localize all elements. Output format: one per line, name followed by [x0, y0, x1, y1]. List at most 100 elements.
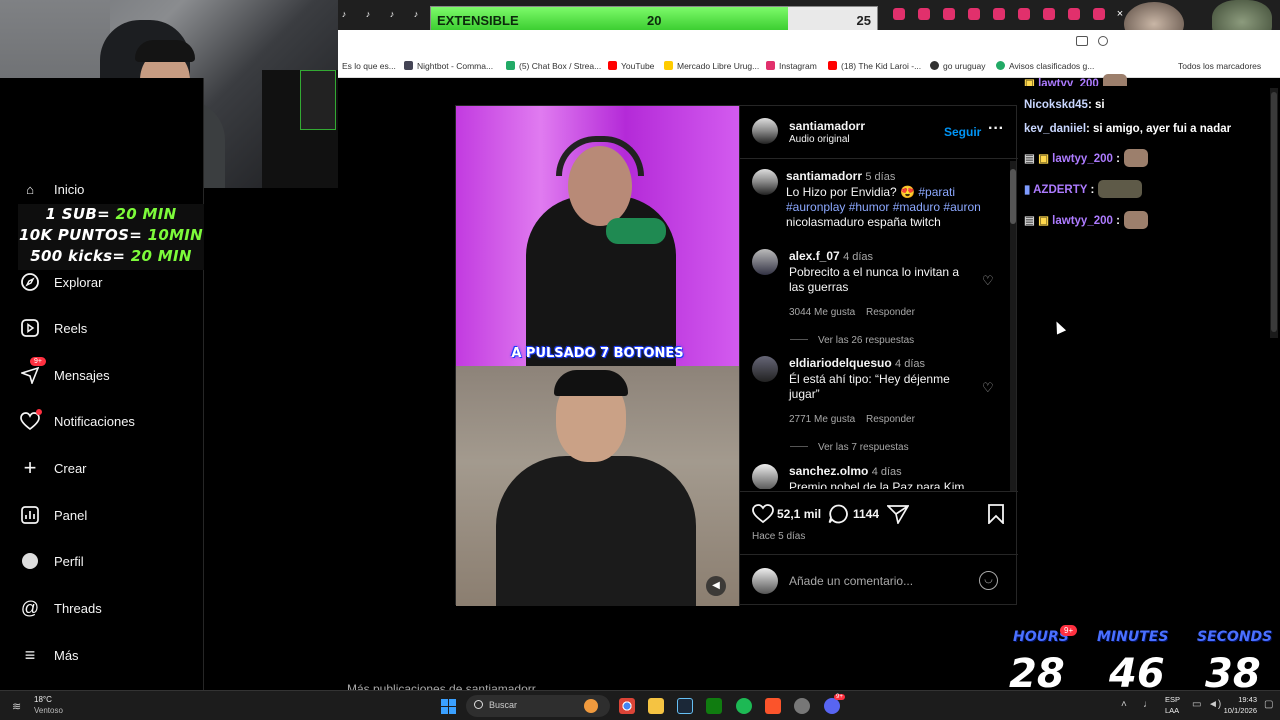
- comment-avatar[interactable]: [752, 464, 778, 489]
- taskbar-search[interactable]: Buscar: [466, 695, 610, 717]
- windows-taskbar: ≋ 18°C Ventoso Buscar 9+ ˄ ♩ ESP LAA ▭ ◄…: [0, 690, 1280, 720]
- caption-avatar[interactable]: [752, 169, 778, 195]
- clock-time[interactable]: 19:43: [1231, 695, 1257, 704]
- chat-message: kev_daniiel: si amigo, ayer fui a nadar: [1024, 123, 1232, 135]
- sidebar-item-mensajes[interactable]: 9+ Mensajes: [20, 357, 110, 390]
- xbox-icon[interactable]: [706, 698, 722, 714]
- view-replies-button[interactable]: Ver las 26 respuestas: [790, 335, 914, 346]
- weather-desc[interactable]: Ventoso: [34, 706, 63, 715]
- tray-expand-icon[interactable]: ˄: [1121, 699, 1127, 710]
- discord-badge: 9+: [834, 694, 845, 700]
- tiktok-tab-icon[interactable]: ♪: [410, 8, 422, 20]
- discord-icon[interactable]: [824, 698, 840, 714]
- instagram-tab-icon[interactable]: [1043, 8, 1055, 20]
- instagram-tab-icon[interactable]: [943, 8, 955, 20]
- menu-icon: ≡: [24, 644, 36, 665]
- start-icon[interactable]: [441, 699, 456, 714]
- network-icon[interactable]: ▭: [1192, 699, 1201, 710]
- tiktok-tab-icon[interactable]: ♪: [386, 8, 398, 20]
- lang-layout[interactable]: LAA: [1165, 706, 1179, 715]
- mute-icon[interactable]: ◀: [706, 576, 726, 596]
- author-avatar[interactable]: [752, 118, 778, 144]
- bookmark-item[interactable]: Todos los marcadores: [1178, 61, 1261, 71]
- address-bar[interactable]: [338, 30, 1280, 56]
- reply-button[interactable]: Responder: [866, 414, 915, 425]
- instagram-tab-icon[interactable]: [893, 8, 905, 20]
- instagram-tab-icon[interactable]: [1018, 8, 1030, 20]
- page-scrollbar[interactable]: [1270, 88, 1278, 338]
- comment-count[interactable]: 1144: [853, 507, 879, 521]
- sidebar-item-mas[interactable]: ≡ Más: [20, 640, 79, 670]
- sidebar-item-crear[interactable]: + Crear: [20, 453, 87, 483]
- emoji-icon[interactable]: ◡: [979, 571, 998, 590]
- bookmark-item[interactable]: Mercado Libre Urug...: [664, 61, 759, 71]
- comment-icon[interactable]: [828, 504, 850, 529]
- comment-avatar[interactable]: [752, 249, 778, 275]
- spotify-icon[interactable]: [736, 698, 752, 714]
- view-replies-button[interactable]: Ver las 7 respuestas: [790, 442, 909, 453]
- post-media[interactable]: A PULSADO 7 BOTONES ◀: [456, 106, 739, 606]
- author-username[interactable]: santiamadorr: [789, 119, 865, 133]
- caption-username[interactable]: santiamadorr: [786, 169, 862, 183]
- chat-emote: [1098, 180, 1143, 198]
- timer-seconds-label: SECONDS: [1197, 629, 1273, 645]
- goal-target: 25: [856, 13, 871, 28]
- clock-date[interactable]: 10/1/2026: [1223, 706, 1257, 715]
- comment-likes[interactable]: 2771 Me gusta: [789, 414, 855, 425]
- instagram-tab-icon[interactable]: [1068, 8, 1080, 20]
- microphone-icon[interactable]: ♩: [1143, 699, 1153, 710]
- volume-icon[interactable]: ◄): [1208, 699, 1221, 710]
- post-caption: santiamadorr 5 días Lo Hizo por Envidia?…: [786, 169, 981, 229]
- follow-button[interactable]: Seguir: [944, 125, 981, 139]
- brave-icon[interactable]: [765, 698, 781, 714]
- install-icon[interactable]: [1076, 36, 1088, 46]
- profile-icon: [20, 551, 40, 571]
- instagram-tab-icon[interactable]: [968, 8, 980, 20]
- reply-button[interactable]: Responder: [866, 307, 915, 318]
- like-icon[interactable]: [752, 504, 774, 529]
- settings-icon[interactable]: [794, 698, 810, 714]
- weather-temp[interactable]: 18°C: [34, 695, 52, 704]
- notification-icon[interactable]: ▢: [1264, 699, 1273, 710]
- comments-scroll-area[interactable]: santiamadorr 5 días Lo Hizo por Envidia?…: [740, 159, 1010, 489]
- sidebar-item-explorar[interactable]: Explorar: [20, 267, 102, 297]
- sidebar-item-panel[interactable]: Panel: [20, 500, 87, 530]
- overlay-line-kicks: 500 kicks= 20 MIN: [30, 247, 192, 265]
- lang-code[interactable]: ESP: [1165, 695, 1180, 704]
- instagram-tab-icon[interactable]: [993, 8, 1005, 20]
- audio-label[interactable]: Audio original: [789, 134, 850, 145]
- add-comment-input[interactable]: Añade un comentario...: [789, 574, 913, 588]
- sidebar-item-threads[interactable]: @ Threads: [20, 593, 102, 623]
- comment-likes[interactable]: 3044 Me gusta: [789, 307, 855, 318]
- chrome-icon[interactable]: [619, 698, 635, 714]
- comment-avatar[interactable]: [752, 356, 778, 382]
- sidebar-item-inicio[interactable]: ⌂ Inicio: [20, 174, 84, 204]
- steam-icon[interactable]: [677, 698, 693, 714]
- like-count[interactable]: 52,1 mil: [777, 507, 821, 521]
- comment-like-icon[interactable]: ♡: [982, 273, 994, 289]
- bookmark-item[interactable]: (18) The Kid Laroi -...: [828, 61, 921, 71]
- tiktok-tab-icon[interactable]: ♪: [338, 8, 350, 20]
- bookmark-item[interactable]: YouTube: [608, 61, 654, 71]
- comments-scrollbar[interactable]: [1010, 161, 1016, 491]
- bookmark-item[interactable]: (5) Chat Box / Strea...: [506, 61, 601, 71]
- tiktok-tab-icon[interactable]: ♪: [362, 8, 374, 20]
- bookmark-item[interactable]: Nightbot - Comma...: [404, 61, 493, 71]
- bookmark-item[interactable]: Avisos clasificados g...: [996, 61, 1094, 71]
- comment-item: eldiariodelquesuo 4 días Él está ahí tip…: [789, 356, 950, 401]
- file-explorer-icon[interactable]: [648, 698, 664, 714]
- share-icon[interactable]: [885, 504, 910, 529]
- instagram-tab-icon[interactable]: [918, 8, 930, 20]
- weather-icon[interactable]: ≋: [12, 700, 21, 713]
- save-icon[interactable]: [987, 504, 1005, 529]
- more-options-icon[interactable]: ···: [988, 120, 1004, 138]
- bookmark-item[interactable]: go uruguay: [930, 61, 986, 71]
- zoom-icon[interactable]: [1098, 36, 1108, 46]
- sidebar-item-perfil[interactable]: Perfil: [20, 546, 84, 576]
- instagram-tab-icon[interactable]: [1093, 8, 1105, 20]
- sidebar-item-reels[interactable]: Reels: [20, 313, 87, 343]
- comment-like-icon[interactable]: ♡: [982, 380, 994, 396]
- bookmark-item[interactable]: Es lo que es...: [342, 61, 396, 71]
- sidebar-item-notificaciones[interactable]: Notificaciones: [20, 406, 135, 436]
- bookmark-item[interactable]: Instagram: [766, 61, 817, 71]
